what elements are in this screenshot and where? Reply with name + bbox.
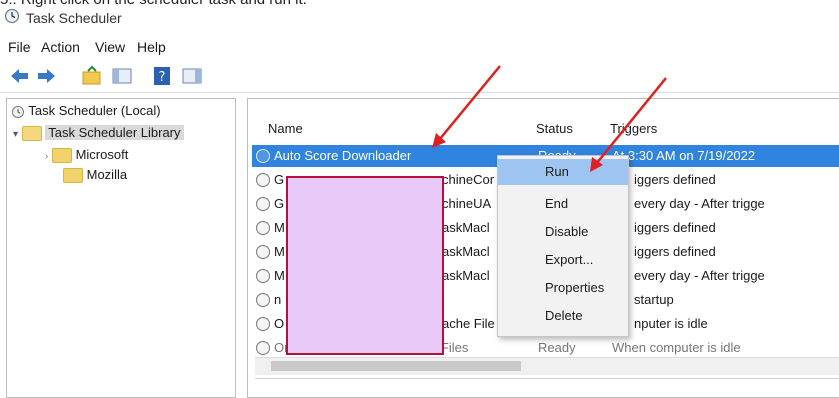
- task-scheduler-icon: [4, 8, 20, 27]
- task-triggers: When computer is idle: [612, 340, 741, 355]
- details-panel: [255, 378, 839, 397]
- task-name-fragment: chineUA: [442, 196, 492, 211]
- task-clock-icon: [256, 149, 270, 163]
- forward-arrow-icon[interactable]: [34, 65, 58, 87]
- menu-bar: File Action View Help: [0, 34, 839, 60]
- menu-item-label: Delete: [545, 308, 583, 323]
- task-status: Ready: [538, 340, 576, 355]
- task-clock-icon: [256, 293, 270, 307]
- task-name: G: [274, 196, 285, 211]
- menu-item-delete[interactable]: Delete: [498, 303, 628, 329]
- show-hide-tree-icon[interactable]: [110, 65, 134, 87]
- task-name: n: [274, 292, 282, 307]
- scrollbar-thumb[interactable]: [271, 361, 521, 371]
- tree-label: Task Scheduler (Local): [28, 103, 161, 118]
- tree-item-library[interactable]: ▾ Task Scheduler Library: [13, 123, 184, 143]
- task-clock-icon: [256, 221, 270, 235]
- menu-item-run[interactable]: Run: [498, 159, 628, 185]
- task-clock-icon: [256, 317, 270, 331]
- menu-item-end[interactable]: End: [498, 191, 628, 217]
- tree-item-microsoft[interactable]: › Microsoft: [45, 145, 128, 165]
- column-triggers[interactable]: Triggers: [610, 121, 657, 136]
- menu-item-label: Disable: [545, 224, 589, 239]
- folder-icon: [51, 148, 72, 164]
- task-triggers: every day - After trigge: [634, 196, 765, 211]
- chevron-down-icon[interactable]: ▾: [13, 129, 18, 140]
- clock-icon: [11, 103, 28, 118]
- task-name-fragment: askMacl: [442, 244, 490, 259]
- tree-item-mozilla[interactable]: Mozilla: [63, 165, 127, 185]
- tree-label: Microsoft: [75, 147, 129, 162]
- redaction-box: [286, 176, 444, 355]
- help-icon[interactable]: ?: [150, 65, 174, 87]
- task-clock-icon: [256, 269, 270, 283]
- menu-action[interactable]: Action: [41, 39, 80, 55]
- horizontal-scrollbar[interactable]: [255, 357, 839, 375]
- menu-view[interactable]: View: [95, 39, 125, 55]
- menu-item-label: Properties: [545, 280, 605, 295]
- folder-up-icon[interactable]: [80, 65, 104, 87]
- menu-file[interactable]: File: [8, 39, 31, 55]
- task-name: G: [274, 172, 285, 187]
- task-name: Auto Score Downloader: [274, 148, 412, 163]
- menu-item-export[interactable]: Export...: [498, 247, 628, 273]
- task-clock-icon: [256, 341, 270, 355]
- task-triggers: every day - After trigge: [634, 268, 765, 283]
- menu-item-properties[interactable]: Properties: [498, 275, 628, 301]
- menu-item-label: Run: [545, 164, 569, 179]
- task-name-fragment: chineCor: [442, 172, 495, 187]
- context-menu: Run End Disable Export... Properties Del…: [497, 155, 629, 337]
- task-triggers: nputer is idle: [634, 316, 708, 331]
- menu-item-label: End: [545, 196, 569, 211]
- task-name: M: [274, 268, 285, 283]
- navigation-tree: Task Scheduler (Local) ▾ Task Scheduler …: [6, 98, 236, 398]
- title-bar: Task Scheduler: [0, 6, 839, 30]
- task-name-fragment: askMacl: [442, 220, 490, 235]
- menu-item-disable[interactable]: Disable: [498, 219, 628, 245]
- folder-icon: [63, 168, 83, 184]
- chevron-right-icon[interactable]: ›: [45, 151, 48, 162]
- tree-label: Mozilla: [86, 167, 128, 182]
- task-triggers: iggers defined: [634, 220, 716, 235]
- toolbar: ?: [0, 62, 839, 93]
- column-name[interactable]: Name: [268, 121, 303, 136]
- task-name: O: [274, 316, 285, 331]
- task-triggers: iggers defined: [634, 244, 716, 259]
- task-name: M: [274, 244, 285, 259]
- show-hide-action-pane-icon[interactable]: [180, 65, 204, 87]
- task-name: M: [274, 220, 285, 235]
- task-triggers: startup: [634, 292, 674, 307]
- task-clock-icon: [256, 173, 270, 187]
- task-clock-icon: [256, 197, 270, 211]
- task-clock-icon: [256, 245, 270, 259]
- column-header: Name Status Triggers: [248, 99, 839, 149]
- task-triggers: iggers defined: [634, 172, 716, 187]
- folder-icon: [21, 126, 42, 142]
- back-arrow-icon[interactable]: [8, 65, 32, 87]
- menu-item-label: Export...: [545, 252, 594, 267]
- task-name-fragment: askMacl: [442, 268, 490, 283]
- menu-help[interactable]: Help: [137, 39, 166, 55]
- svg-text:?: ?: [159, 70, 166, 85]
- window-title: Task Scheduler: [26, 10, 122, 26]
- column-status[interactable]: Status: [536, 121, 573, 136]
- task-name-fragment: ache File: [442, 316, 495, 331]
- task-triggers: At 3:30 AM on 7/19/2022: [612, 148, 756, 163]
- tree-item-root[interactable]: Task Scheduler (Local): [11, 101, 161, 121]
- tree-label: Task Scheduler Library: [45, 125, 184, 140]
